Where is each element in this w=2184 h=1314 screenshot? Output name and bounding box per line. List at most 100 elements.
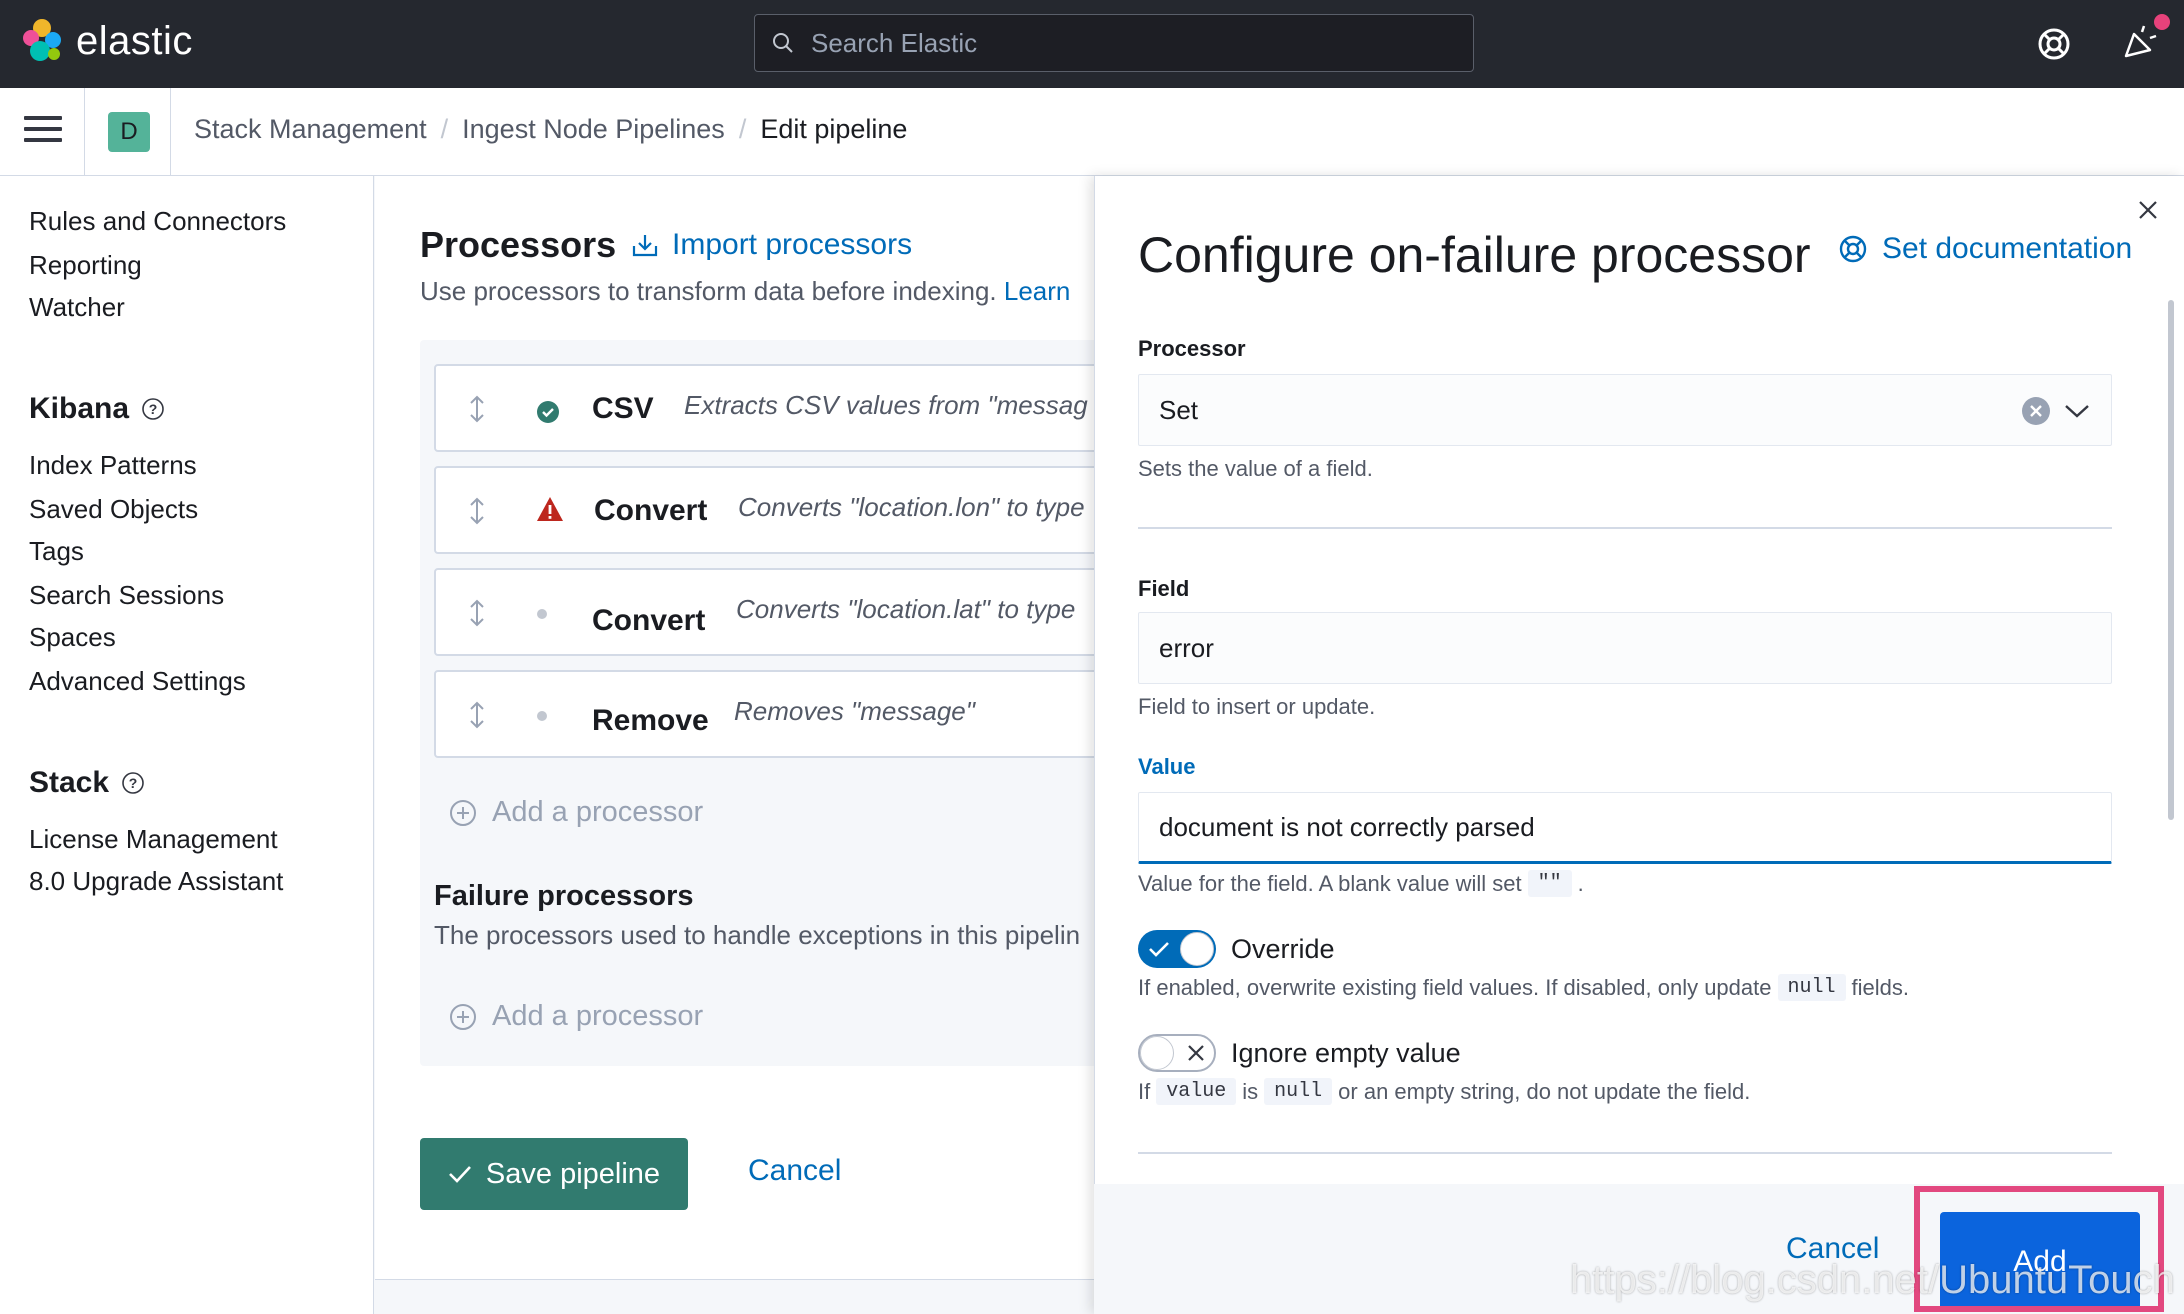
breadcrumb: Stack Management / Ingest Node Pipelines… [194, 114, 907, 145]
drag-handle-icon[interactable] [466, 700, 488, 730]
dot-icon [537, 609, 547, 619]
processor-row[interactable]: Remove Removes "message" [434, 670, 1114, 758]
value-help-code: "" [1527, 870, 1572, 897]
override-switch[interactable] [1138, 930, 1216, 968]
search-input[interactable] [809, 26, 1429, 60]
import-processors-link[interactable]: Import processors [630, 228, 912, 262]
warning-icon [537, 497, 563, 521]
failure-processors-description: The processors used to handle exceptions… [434, 920, 1081, 950]
set-documentation-link[interactable]: Set documentation [1838, 232, 2132, 266]
sidebar-item-saved-objects[interactable]: Saved Objects [29, 494, 198, 525]
breadcrumb-bar: D Stack Management / Ingest Node Pipelin… [0, 88, 2184, 176]
flyout-scrollbar[interactable] [2168, 300, 2174, 820]
cancel-button[interactable]: Cancel [748, 1154, 841, 1188]
sidebar-item-search-sessions[interactable]: Search Sessions [29, 580, 224, 611]
drag-handle-icon[interactable] [466, 394, 488, 424]
field-input[interactable]: error [1138, 612, 2112, 684]
sidebar-item-reporting[interactable]: Reporting [29, 250, 142, 281]
space-avatar[interactable]: D [108, 112, 150, 152]
override-help-code: null [1777, 974, 1846, 1001]
save-pipeline-button[interactable]: Save pipeline [420, 1138, 688, 1210]
question-icon[interactable]: ? [121, 771, 145, 795]
search-icon [773, 33, 793, 53]
import-processors-label: Import processors [672, 228, 913, 261]
breadcrumb-separator: / [738, 114, 747, 144]
learn-more-link[interactable]: Learn [1004, 276, 1071, 306]
save-pipeline-label: Save pipeline [485, 1157, 661, 1190]
processor-description: Extracts CSV values from "messag [684, 390, 1088, 420]
field-input-value: error [1159, 632, 1214, 663]
override-help-text: If enabled, overwrite existing field val… [1138, 974, 1909, 1001]
processors-description-text: Use processors to transform data before … [420, 276, 997, 306]
sidebar-item-tags[interactable]: Tags [29, 536, 84, 567]
processor-name: Convert [592, 604, 706, 637]
close-icon[interactable] [2136, 198, 2160, 222]
sidebar-item-rules-connectors[interactable]: Rules and Connectors [29, 206, 286, 237]
field-help-text: Field to insert or update. [1138, 694, 1376, 719]
processor-name: Remove [592, 704, 709, 737]
processors-description: Use processors to transform data before … [420, 276, 1070, 307]
lifebuoy-icon[interactable] [2032, 22, 2076, 66]
section-divider [1138, 527, 2112, 529]
value-help-text: Value for the field. A blank value will … [1138, 870, 1584, 897]
sidebar-item-spaces[interactable]: Spaces [29, 622, 116, 653]
elastic-logo[interactable]: elastic [20, 18, 193, 64]
drag-handle-icon[interactable] [466, 496, 488, 526]
sidebar-item-license-management[interactable]: License Management [29, 824, 278, 855]
section-divider [1138, 1152, 2112, 1154]
sidebar-item-upgrade-assistant[interactable]: 8.0 Upgrade Assistant [29, 866, 283, 897]
sidebar-item-watcher[interactable]: Watcher [29, 292, 125, 323]
sidebar-item-advanced-settings[interactable]: Advanced Settings [29, 666, 246, 697]
add-processor-label: Add a processor [492, 796, 704, 828]
sidebar-section-stack: Stack ? [29, 766, 145, 800]
processor-row[interactable]: Convert Converts "location.lon" to type [434, 466, 1114, 554]
ignore-help-post: or an empty string, do not update the fi… [1338, 1078, 1751, 1104]
logo-text: elastic [76, 18, 193, 63]
processor-name: CSV [592, 392, 654, 425]
ignore-help-pre: If [1138, 1078, 1151, 1104]
svg-text:?: ? [149, 401, 158, 417]
override-help-post: fields. [1851, 974, 1909, 1000]
check-icon [1149, 942, 1169, 957]
processor-selected-value: Set [1159, 394, 1199, 425]
breadcrumb-ingest-pipelines[interactable]: Ingest Node Pipelines [462, 114, 725, 145]
ignore-empty-switch[interactable] [1138, 1034, 1216, 1072]
value-help-pre: Value for the field. A blank value will … [1138, 870, 1522, 896]
notification-badge [2154, 14, 2170, 30]
value-input-value: document is not correctly parsed [1159, 811, 1535, 842]
global-search[interactable] [754, 14, 1474, 72]
ignore-empty-help-text: If value is null or an empty string, do … [1138, 1078, 1750, 1105]
value-input[interactable]: document is not correctly parsed [1138, 792, 2112, 864]
processor-combobox[interactable]: Set [1138, 374, 2112, 446]
processor-name: Convert [594, 494, 708, 527]
breadcrumb-stack-management[interactable]: Stack Management [194, 114, 427, 145]
processor-row[interactable]: CSV Extracts CSV values from "messag [434, 364, 1114, 452]
processor-row[interactable]: Convert Converts "location.lat" to type [434, 568, 1114, 656]
sidebar-item-index-patterns[interactable]: Index Patterns [29, 450, 197, 481]
header-divider [170, 88, 171, 176]
megaphone-icon[interactable] [2118, 22, 2162, 66]
menu-toggle-button[interactable] [24, 116, 62, 148]
plus-circle-icon [450, 1003, 476, 1030]
watermark-text: https://blog.csdn.net/UbuntuTouch [1570, 1258, 2175, 1302]
switch-knob [1180, 932, 1214, 966]
processor-description: Converts "location.lon" to type [738, 492, 1085, 522]
add-failure-processor-button[interactable]: Add a processor [450, 1000, 703, 1033]
add-processor-button[interactable]: Add a processor [450, 796, 703, 829]
question-icon[interactable]: ? [141, 397, 165, 421]
processors-title: Processors [420, 224, 617, 265]
value-label: Value [1138, 754, 1196, 779]
value-help-post: . [1577, 870, 1584, 896]
chevron-down-icon[interactable] [2064, 402, 2090, 420]
processor-help-text: Sets the value of a field. [1138, 456, 1373, 481]
ignore-empty-label: Ignore empty value [1231, 1038, 1461, 1068]
ignore-help-mid: is [1242, 1078, 1259, 1104]
override-label: Override [1231, 934, 1335, 964]
lifebuoy-icon [1839, 235, 1867, 263]
drag-handle-icon[interactable] [466, 598, 488, 628]
clear-icon[interactable] [2022, 397, 2050, 425]
processor-label: Processor [1138, 336, 1246, 361]
svg-text:?: ? [129, 775, 138, 791]
override-help-pre: If enabled, overwrite existing field val… [1138, 974, 1772, 1000]
set-documentation-label: Set documentation [1882, 232, 2133, 265]
